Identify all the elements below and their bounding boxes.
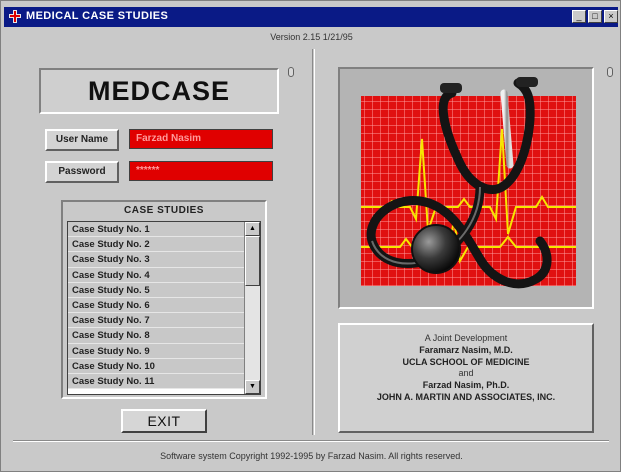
vertical-divider — [312, 49, 315, 435]
app-window: MEDICAL CASE STUDIES _ □ × Version 2.15 … — [0, 0, 621, 472]
pin-icon — [607, 67, 613, 77]
list-item[interactable]: Case Study No. 3 — [68, 252, 244, 268]
logo-panel: MEDCASE — [39, 68, 279, 114]
credits-line: Faramarz Nasim, M.D. — [419, 345, 513, 355]
app-icon — [9, 10, 21, 23]
case-studies-list[interactable]: Case Study No. 1 Case Study No. 2 Case Stu… — [67, 221, 261, 395]
scroll-up-icon[interactable]: ▲ — [245, 222, 260, 236]
list-item[interactable]: Case Study No. 2 — [68, 237, 244, 253]
list-item[interactable]: Case Study No. 9 — [68, 343, 244, 359]
password-label: Password — [45, 161, 119, 183]
credits-and: and — [458, 368, 474, 378]
credits-line: Farzad Nasim, Ph.D. — [422, 380, 510, 390]
list-scrollbar[interactable]: ▲ ▼ — [244, 222, 260, 394]
close-button[interactable]: × — [604, 10, 618, 23]
window-title: MEDICAL CASE STUDIES — [26, 10, 169, 22]
version-label: Version 2.15 1/21/95 — [270, 32, 353, 42]
pin-icon — [288, 67, 294, 77]
title-bar[interactable]: MEDICAL CASE STUDIES _ □ × — [4, 7, 618, 27]
exit-button[interactable]: EXIT — [121, 409, 207, 433]
credits-line: UCLA SCHOOL OF MEDICINE — [402, 357, 530, 367]
credits-line: JOHN A. MARTIN AND ASSOCIATES, INC. — [376, 392, 556, 402]
list-item[interactable]: Case Study No. 6 — [68, 297, 244, 314]
credits-panel: A Joint Development Faramarz Nasim, M.D.… — [338, 323, 594, 433]
list-item[interactable]: Case Study No. 5 — [68, 282, 244, 298]
case-list-items: Case Study No. 1 Case Study No. 2 Case Stu… — [68, 222, 244, 390]
credits-heading: A Joint Development — [424, 333, 508, 343]
logo-text: MEDCASE — [87, 76, 230, 106]
scroll-down-icon[interactable]: ▼ — [245, 380, 260, 394]
stethoscope-icon — [361, 77, 576, 289]
stethoscope-image-frame — [338, 67, 594, 309]
list-item[interactable]: Case Study No. 4 — [68, 267, 244, 283]
scroll-thumb[interactable] — [245, 236, 260, 286]
minimize-button[interactable]: _ — [572, 10, 586, 23]
maximize-button[interactable]: □ — [588, 10, 602, 23]
case-studies-group: CASE STUDIES Case Study No. 1 Case Study … — [61, 200, 267, 399]
password-field[interactable]: ****** — [129, 161, 273, 181]
list-item[interactable]: Case Study No. 10 — [68, 358, 244, 374]
list-item[interactable]: Case Study No. 8 — [68, 328, 244, 344]
horizontal-divider — [13, 440, 609, 442]
list-item[interactable]: Case Study No. 1 — [68, 222, 244, 238]
list-item[interactable]: Case Study No. 11 — [68, 373, 244, 390]
case-studies-header: CASE STUDIES — [124, 205, 204, 216]
window-controls: _ □ × — [572, 10, 618, 23]
copyright-text: Software system Copyright 1992-1995 by F… — [160, 451, 463, 461]
list-item[interactable]: Case Study No. 7 — [68, 313, 244, 329]
username-label: User Name — [45, 129, 119, 151]
username-field[interactable]: Farzad Nasim — [129, 129, 273, 149]
